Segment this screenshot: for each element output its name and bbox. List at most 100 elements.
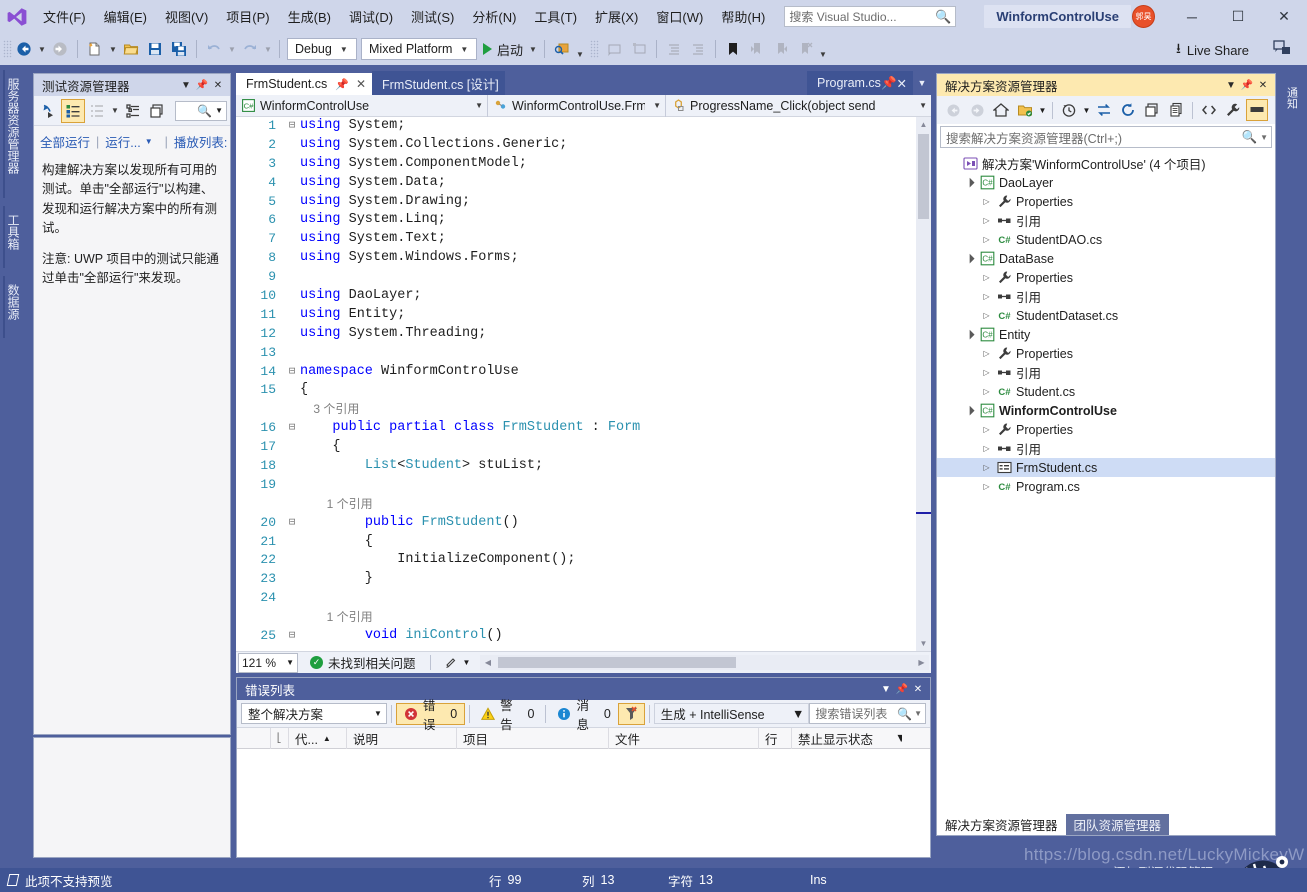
feedback-icon[interactable] bbox=[1273, 39, 1291, 60]
sidebar-item-server-explorer[interactable]: 服务器资源管理器 bbox=[3, 70, 25, 198]
toolbar-grip-2[interactable] bbox=[590, 40, 600, 58]
code-line[interactable]: 15 { bbox=[236, 381, 931, 400]
sidebar-item-data-sources[interactable]: 数据源 bbox=[3, 276, 25, 338]
run-all-tests-link[interactable]: 全部运行 bbox=[40, 132, 90, 151]
tree-item-studentdataset-cs[interactable]: ▷ C# StudentDataset.cs bbox=[937, 306, 1275, 325]
playlist-link[interactable]: 播放列表: bbox=[174, 132, 227, 151]
code-line[interactable]: 3 个引用 bbox=[236, 400, 931, 419]
hierarchy-icon[interactable] bbox=[121, 99, 145, 123]
tab-overflow-button[interactable]: ▼ bbox=[913, 71, 931, 95]
code-line[interactable]: 25 ⊟ void iniControl() bbox=[236, 627, 931, 646]
chevron-down-icon[interactable]: ▼ bbox=[878, 680, 894, 698]
tab-program-cs[interactable]: Program.cs 📌 ✕ bbox=[807, 71, 913, 95]
fold-toggle-icon[interactable]: ⊟ bbox=[284, 363, 300, 382]
save-all-icon[interactable] bbox=[168, 38, 190, 60]
tree-item--winformcontroluse-4-[interactable]: 解决方案'WinformControlUse' (4 个项目) bbox=[937, 154, 1275, 173]
find-in-files-icon[interactable] bbox=[551, 38, 573, 60]
back-icon[interactable] bbox=[942, 99, 964, 121]
error-scope-combo[interactable]: 整个解决方案 ▼ bbox=[241, 703, 387, 724]
menu-item-4[interactable]: 生成(B) bbox=[279, 3, 340, 30]
tree-item-entity[interactable]: ◢ C# Entity bbox=[937, 325, 1275, 344]
build-filter-icon[interactable] bbox=[617, 702, 645, 725]
fold-toggle-icon[interactable]: ⊟ bbox=[284, 419, 300, 438]
chevron-down-icon[interactable]: ◢ bbox=[960, 401, 978, 419]
issues-status[interactable]: ✓ 未找到相关问题 bbox=[310, 653, 416, 672]
chevron-right-icon[interactable]: ▷ bbox=[979, 235, 994, 244]
scroll-right-button[interactable]: ▶ bbox=[914, 655, 929, 670]
forward-icon[interactable] bbox=[966, 99, 988, 121]
new-project-dropdown[interactable]: ▼ bbox=[107, 38, 119, 60]
column-header-file[interactable]: 文件 bbox=[609, 727, 759, 749]
code-line[interactable]: 21 { bbox=[236, 533, 931, 552]
scroll-up-button[interactable]: ▲ bbox=[916, 117, 931, 132]
chevron-right-icon[interactable]: ▷ bbox=[979, 311, 994, 320]
code-editor[interactable]: 1 ⊟ using System; 2 using System.Collections… bbox=[236, 117, 931, 651]
error-search-input[interactable]: 搜索错误列表 🔍 ▼ bbox=[809, 703, 927, 724]
tree-item-winformcontroluse[interactable]: ◢ C# WinformControlUse bbox=[937, 401, 1275, 420]
navigate-back-icon[interactable] bbox=[13, 38, 35, 60]
editor-horizontal-scrollbar[interactable]: ◀ ▶ bbox=[480, 655, 929, 670]
toolbar-grip[interactable] bbox=[3, 40, 12, 58]
chevron-right-icon[interactable]: ▷ bbox=[979, 216, 994, 225]
navbar-project-combo[interactable]: C# WinformControlUse ▼ bbox=[236, 94, 488, 117]
scrollbar-thumb[interactable] bbox=[918, 134, 929, 219]
chevron-down-icon[interactable]: ▼ bbox=[178, 76, 194, 94]
properties-wrench-icon[interactable] bbox=[1222, 99, 1244, 121]
tree-item--[interactable]: ▷ 引用 bbox=[937, 211, 1275, 230]
code-line[interactable]: 1 个引用 bbox=[236, 608, 931, 627]
uncomment-icon[interactable] bbox=[628, 38, 650, 60]
code-line[interactable]: 12 using System.Threading; bbox=[236, 325, 931, 344]
account-avatar[interactable]: 郭昊 bbox=[1132, 5, 1155, 28]
preview-selected-items-icon[interactable] bbox=[1246, 99, 1268, 121]
solution-explorer-search-input[interactable]: 搜索解决方案资源管理器(Ctrl+;) 🔍 ▼ bbox=[940, 126, 1272, 148]
code-line[interactable]: 8 using System.Windows.Forms; bbox=[236, 249, 931, 268]
navigate-forward-icon[interactable] bbox=[49, 38, 71, 60]
minimize-button[interactable]: ─ bbox=[1169, 0, 1215, 33]
group-by-dropdown[interactable]: ▼ bbox=[109, 100, 121, 122]
tree-item-program-cs[interactable]: ▷ C# Program.cs bbox=[937, 477, 1275, 496]
pin-icon[interactable]: 📌 bbox=[194, 76, 210, 94]
show-all-files-icon[interactable] bbox=[1165, 99, 1187, 121]
bookmark-icon[interactable] bbox=[722, 38, 744, 60]
hscrollbar-thumb[interactable] bbox=[498, 657, 737, 668]
code-line[interactable]: 7 using System.Text; bbox=[236, 230, 931, 249]
maximize-button[interactable]: ☐ bbox=[1215, 0, 1261, 33]
group-by-icon[interactable] bbox=[85, 99, 109, 123]
zoom-level-combo[interactable]: 121 % ▼ bbox=[238, 652, 298, 673]
next-bookmark-icon[interactable] bbox=[770, 38, 792, 60]
code-line[interactable]: 1 个引用 bbox=[236, 495, 931, 514]
pending-changes-icon[interactable] bbox=[1014, 99, 1036, 121]
pending-changes-dropdown[interactable]: ▼ bbox=[1037, 99, 1048, 121]
chevron-right-icon[interactable]: ▷ bbox=[979, 273, 994, 282]
fold-toggle-icon[interactable]: ⊟ bbox=[284, 514, 300, 533]
run-tests-icon[interactable] bbox=[37, 99, 61, 123]
tree-item--[interactable]: ▷ 引用 bbox=[937, 363, 1275, 382]
menu-item-5[interactable]: 调试(D) bbox=[340, 3, 402, 30]
open-file-icon[interactable] bbox=[120, 38, 142, 60]
scroll-left-button[interactable]: ◀ bbox=[480, 655, 495, 670]
code-line[interactable]: 1 ⊟ using System; bbox=[236, 117, 931, 136]
code-line[interactable]: 9 bbox=[236, 268, 931, 287]
solution-tree[interactable]: 解决方案'WinformControlUse' (4 个项目) ◢ C# DaoLay… bbox=[937, 151, 1275, 496]
chevron-right-icon[interactable]: ▷ bbox=[979, 463, 994, 472]
editor-vertical-scrollbar[interactable]: ☰ ▲ ▼ bbox=[916, 117, 931, 651]
live-share-button[interactable]: ⭳ Live Share bbox=[1176, 38, 1249, 62]
column-header-marker[interactable]: ⎣ bbox=[271, 727, 289, 749]
chevron-down-icon[interactable]: ◢ bbox=[960, 325, 978, 343]
close-icon[interactable]: ✕ bbox=[897, 76, 907, 91]
chevron-down-icon[interactable]: ▼ bbox=[1223, 76, 1239, 94]
comment-icon[interactable] bbox=[604, 38, 626, 60]
column-header-project[interactable]: 项目 bbox=[457, 727, 609, 749]
chevron-right-icon[interactable]: ▷ bbox=[979, 368, 994, 377]
sidebar-item-notifications[interactable]: 通知 bbox=[1280, 76, 1303, 120]
menu-item-10[interactable]: 窗口(W) bbox=[647, 3, 712, 30]
navbar-member-combo[interactable]: ProgressName_Click(object send ▼ bbox=[666, 95, 931, 117]
chevron-right-icon[interactable]: ▷ bbox=[979, 349, 994, 358]
code-line[interactable]: 6 using System.Linq; bbox=[236, 211, 931, 230]
menu-item-9[interactable]: 扩展(X) bbox=[586, 3, 647, 30]
chevron-down-icon[interactable]: ◢ bbox=[960, 249, 978, 267]
code-line[interactable]: 16 ⊟ public partial class FrmStudent : Fo… bbox=[236, 419, 931, 438]
menu-item-3[interactable]: 项目(P) bbox=[217, 3, 278, 30]
chevron-down-icon[interactable]: ▼ bbox=[145, 137, 153, 146]
prev-bookmark-icon[interactable] bbox=[746, 38, 768, 60]
